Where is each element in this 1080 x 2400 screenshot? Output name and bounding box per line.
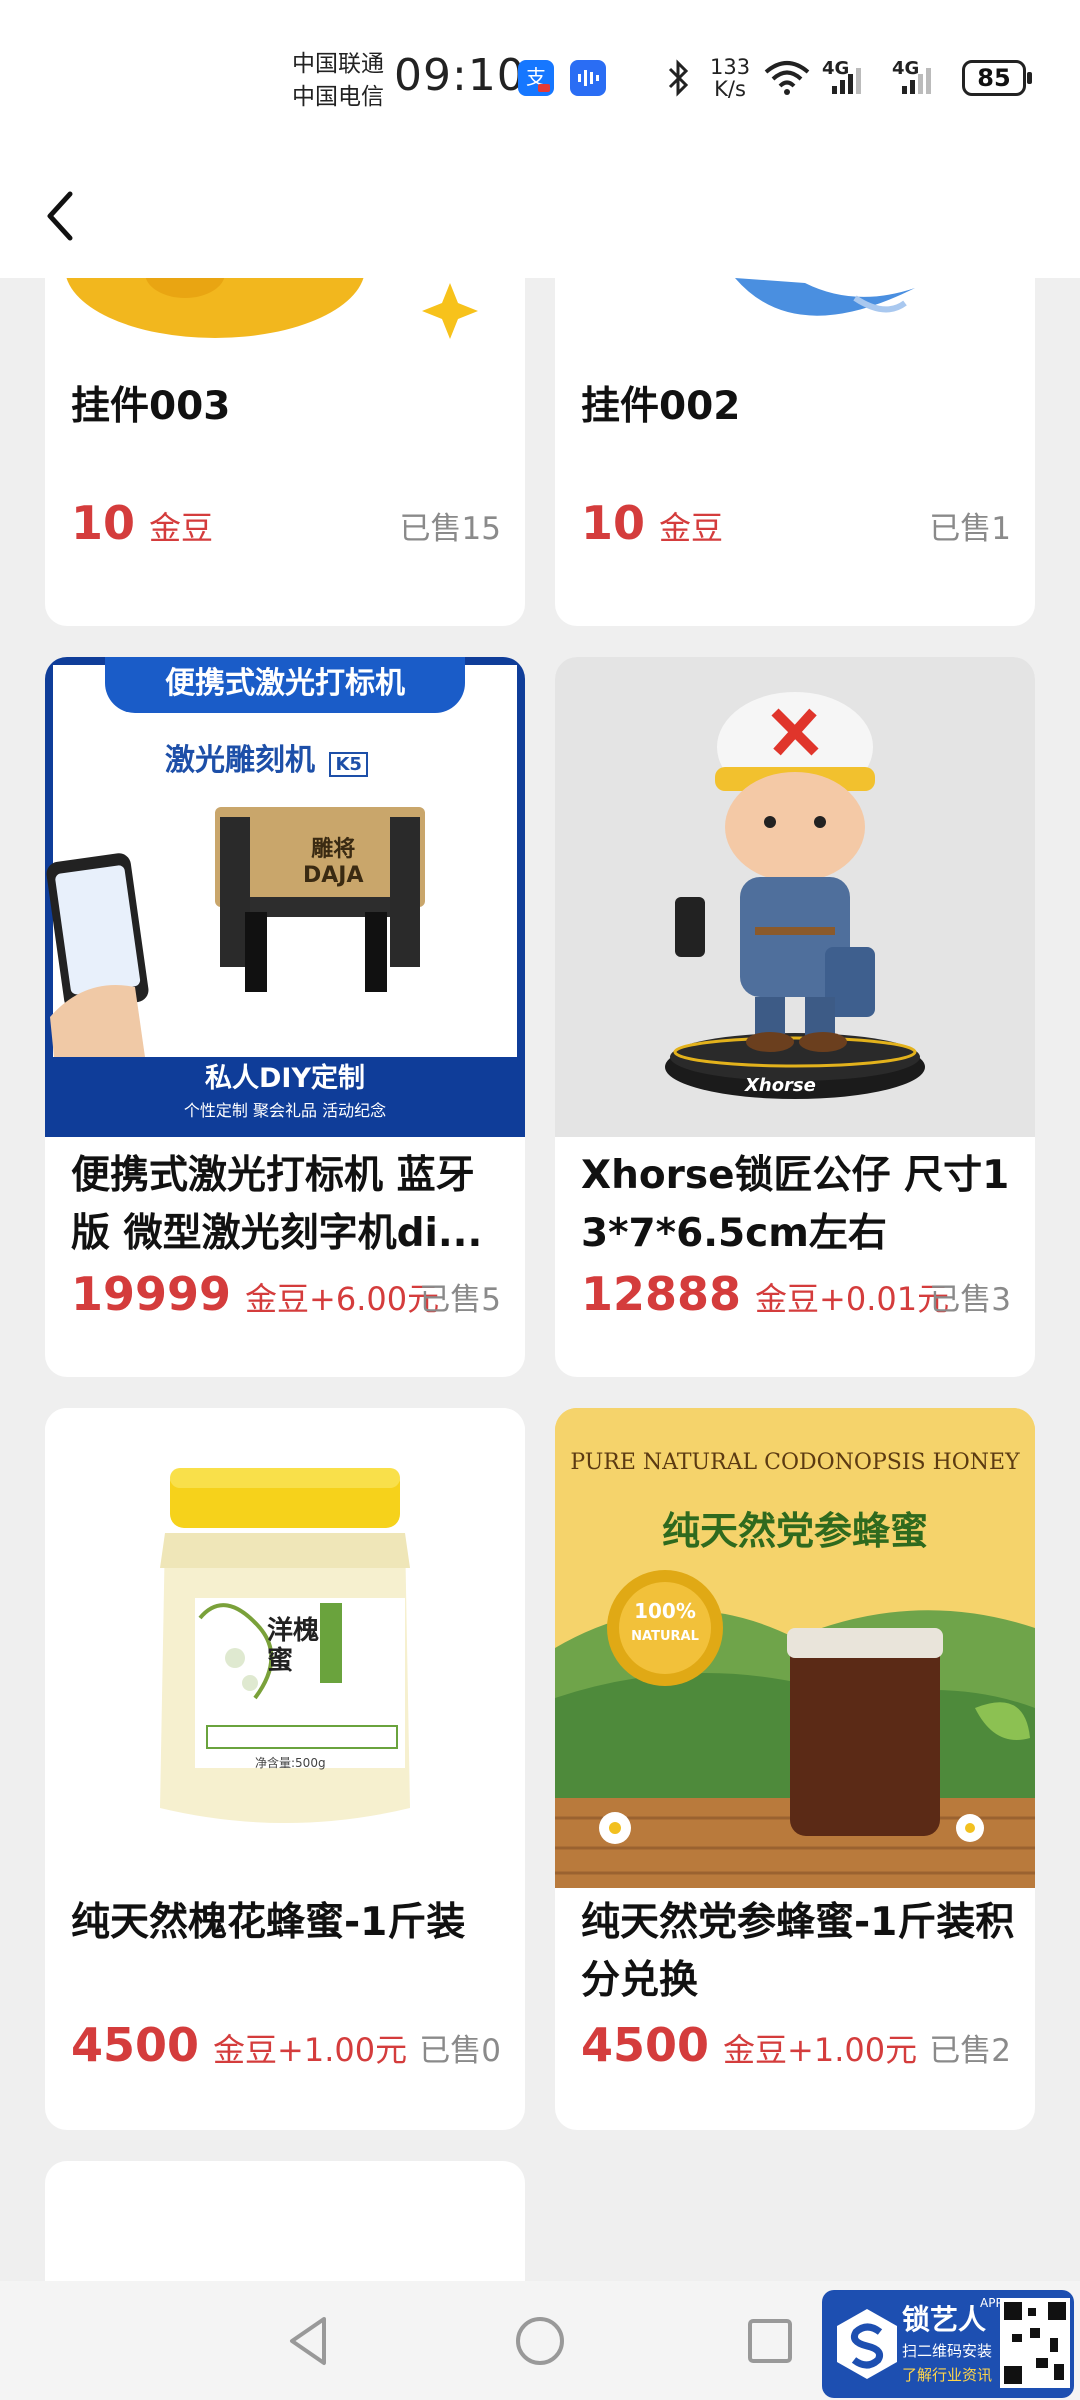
figure-illustration [665, 692, 925, 1099]
carrier-1: 中国联通 [292, 51, 384, 77]
product-price: 4500 [581, 2018, 710, 2072]
price-row: 4500 金豆+1.00元 已售2 [581, 2018, 1011, 2078]
product-image [555, 278, 1035, 368]
chevron-left-icon [47, 191, 73, 241]
honey-headline-cn: 纯天然党参蜂蜜 [661, 1509, 928, 1553]
product-title: 便携式激光打标机 蓝牙版 微型激光刻字机di... [71, 1153, 483, 1256]
product-price: 4500 [71, 2018, 200, 2072]
price-unit: 金豆+6.00元 [245, 1280, 440, 1318]
carrier-labels: 中国联通 中国电信 [292, 48, 384, 114]
back-button[interactable] [28, 172, 108, 252]
product-image [45, 278, 525, 368]
price-row: 10 金豆 已售15 [71, 496, 501, 556]
engraver-brand-cn: 雕将 [311, 837, 356, 862]
product-card[interactable]: 挂件002 10 金豆 已售1 [555, 278, 1035, 626]
nav-home-button[interactable] [510, 2311, 570, 2371]
sold-count: 已售5 [419, 1282, 501, 1318]
nav-back-icon [290, 2317, 326, 2365]
watermark-line-1: 扫二维码安装 [902, 2342, 993, 2360]
carrier-2: 中国电信 [292, 84, 384, 110]
price-row: 12888 金豆+0.01元 已售3 [581, 1267, 1011, 1327]
price-unit: 金豆+1.00元 [723, 2031, 918, 2069]
image-tags: 个性定制 聚会礼品 活动纪念 [183, 1101, 387, 1120]
figure-base-logo: Xhorse [745, 1075, 816, 1096]
nav-recent-icon [748, 2319, 792, 2363]
product-image: 洋槐蜜 净含量:500g [45, 1408, 525, 1888]
product-title: Xhorse锁匠公仔 尺寸13*7*6.5cm左右 [581, 1153, 1010, 1256]
net-speed-unit: K/s [714, 77, 746, 101]
price-unit: 金豆 [149, 509, 214, 547]
honey-net-weight: 净含量:500g [255, 1756, 326, 1770]
sold-count: 已售15 [399, 511, 501, 547]
product-card[interactable]: 挂件003 10 金豆 已售15 [45, 278, 525, 626]
price-unit: 金豆+1.00元 [213, 2031, 408, 2069]
product-card[interactable]: PURE NATURAL CODONOPSIS HONEY 纯天然党参蜂蜜 10… [555, 1408, 1035, 2130]
app-download-watermark: 锁艺人 APP 扫二维码安装 了解行业资讯 [822, 2290, 1074, 2398]
qr-code-icon [1000, 2298, 1070, 2388]
natural-seal: 100% NATURAL [625, 1598, 705, 1650]
engraver-brand: 雕将 DAJA [303, 837, 364, 889]
seal-percent: 100% [634, 1599, 696, 1623]
nav-home-icon [516, 2317, 564, 2365]
price-row: 10 金豆 已售1 [581, 496, 1011, 556]
product-price: 12888 [581, 1267, 742, 1321]
image-footer: 私人DIY定制 [204, 1063, 365, 1094]
product-title: 纯天然党参蜂蜜-1斤装积分兑换 [581, 1900, 1015, 2003]
engraver-brand-en: DAJA [303, 863, 364, 888]
product-price: 10 [581, 496, 646, 550]
product-image: PURE NATURAL CODONOPSIS HONEY 纯天然党参蜂蜜 10… [555, 1408, 1035, 1888]
seal-word: NATURAL [631, 1629, 699, 1644]
product-title: 挂件002 [581, 384, 741, 429]
status-bar: 中国联通 中国电信 09:10 支 133 K/s 4G 4G 85 [0, 0, 1080, 150]
product-card[interactable]: 便携式激光打标机 激光雕刻机 K5 雕将 DAJA 私人DIY定制 个性定制 聚… [45, 657, 525, 1377]
page-header [0, 150, 1080, 278]
sold-count: 已售1 [929, 511, 1011, 547]
product-image: Xhorse [555, 657, 1035, 1137]
product-grid[interactable]: 挂件003 10 金豆 已售15 挂件002 10 金豆 已售1 便携式激光打标机 … [0, 278, 1080, 2281]
price-unit: 金豆+0.01元 [755, 1280, 950, 1318]
product-image: 便携式激光打标机 激光雕刻机 K5 雕将 DAJA 私人DIY定制 个性定制 聚… [45, 657, 525, 1137]
nav-back-button[interactable] [280, 2311, 340, 2371]
product-card[interactable]: Xhorse Xhorse锁匠公仔 尺寸13*7*6.5cm左右 12888 金豆… [555, 657, 1035, 1377]
net-speed: 133 K/s [710, 56, 750, 100]
product-card[interactable]: 洋槐蜜 净含量:500g 纯天然槐花蜂蜜-1斤装 4500 金豆+1.00元 已售… [45, 1408, 525, 2130]
price-unit: 金豆 [659, 509, 724, 547]
product-price: 10 [71, 496, 136, 550]
net-speed-value: 133 [710, 55, 751, 79]
nav-recent-button[interactable] [740, 2311, 800, 2371]
sold-count: 已售3 [929, 1282, 1011, 1318]
product-title: 纯天然槐花蜂蜜-1斤装 [71, 1900, 466, 1945]
product-title: 挂件003 [71, 384, 231, 429]
watermark-line-2: 了解行业资讯 [902, 2366, 993, 2384]
price-row: 19999 金豆+6.00元 已售5 [71, 1267, 501, 1327]
brand-logo-icon [837, 2309, 897, 2379]
wifi-icon [762, 58, 812, 104]
sold-count: 已售0 [419, 2033, 501, 2069]
price-row: 4500 金豆+1.00元 已售0 [71, 2018, 501, 2078]
product-price: 19999 [71, 1267, 232, 1321]
honey-label: 洋槐蜜 [267, 1616, 320, 1676]
watermark-brand: 锁艺人 [902, 2303, 987, 2336]
status-time: 09:10 [394, 50, 526, 101]
alipay-notification-icon: 支 [518, 60, 554, 96]
bluetooth-icon [664, 58, 692, 104]
product-card[interactable] [45, 2161, 525, 2281]
battery-indicator: 85 [962, 60, 1032, 96]
honey-headline-en: PURE NATURAL CODONOPSIS HONEY [570, 1450, 1020, 1475]
voice-notification-icon [570, 60, 606, 96]
sold-count: 已售2 [929, 2033, 1011, 2069]
